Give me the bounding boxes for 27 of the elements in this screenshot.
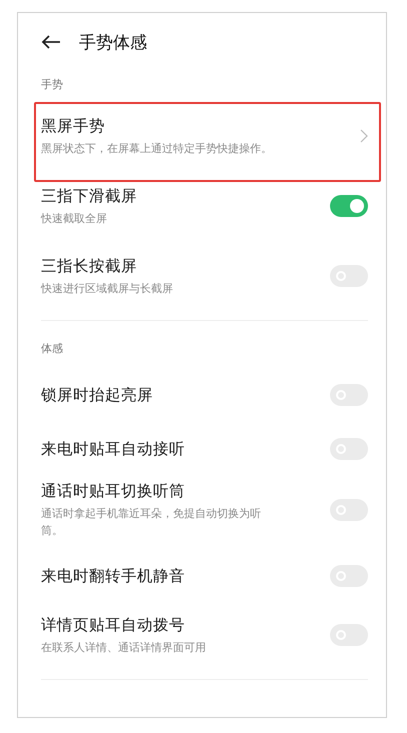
item-title: 通话时贴耳切换听筒 <box>41 481 186 502</box>
item-title: 黑屏手势 <box>41 116 106 137</box>
item-title: 来电时贴耳自动接听 <box>41 439 186 460</box>
settings-item[interactable]: 锁屏时抬起亮屏 <box>41 368 368 422</box>
settings-item[interactable]: 通话时贴耳切换听筒 通话时拿起手机靠近耳朵，免提自动切换为听筒。 <box>41 476 368 549</box>
item-description: 快速截取全屏 <box>41 211 108 227</box>
item-title: 三指下滑截屏 <box>41 186 138 207</box>
section-label: 手势 <box>41 77 64 93</box>
item-description: 通话时拿起手机靠近耳朵，免提自动切换为听筒。 <box>41 506 262 539</box>
item-title: 锁屏时抬起亮屏 <box>41 385 154 406</box>
item-title: 详情页贴耳自动拨号 <box>41 615 186 636</box>
settings-item[interactable]: 黑屏手势 黑屏状态下，在屏幕上通过特定手势快捷操作。 <box>41 104 368 174</box>
item-title: 三指长按截屏 <box>41 256 138 277</box>
item-description: 在联系人详情、通话详情界面可用 <box>41 640 207 656</box>
item-description: 黑屏状态下，在屏幕上通过特定手势快捷操作。 <box>41 141 273 157</box>
page-title: 手势体感 <box>79 32 147 54</box>
settings-item[interactable]: 三指下滑截屏 快速截取全屏 <box>41 174 368 244</box>
item-title: 来电时翻转手机静音 <box>41 566 186 587</box>
item-description: 快速进行区域截屏与长截屏 <box>41 281 174 297</box>
section-label: 体感 <box>41 341 64 357</box>
toggle-switch[interactable] <box>330 195 368 217</box>
settings-item[interactable]: 来电时贴耳自动接听 <box>41 422 368 476</box>
settings-item[interactable]: 来电时翻转手机静音 <box>41 549 368 603</box>
settings-item[interactable]: 三指长按截屏 快速进行区域截屏与长截屏 <box>41 244 368 314</box>
chevron-right-icon <box>360 129 368 143</box>
back-arrow-icon[interactable] <box>41 35 61 49</box>
settings-item[interactable]: 详情页贴耳自动拨号 在联系人详情、通话详情界面可用 <box>41 603 368 673</box>
